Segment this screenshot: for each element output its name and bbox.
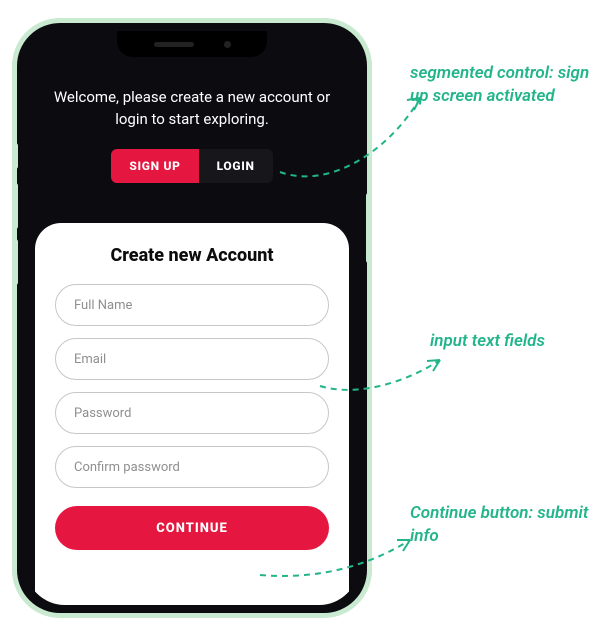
annotation-segmented: segmented control: sign up screen activa… [410, 62, 600, 108]
camera-icon [224, 41, 231, 48]
placeholder-text: Email [74, 352, 106, 367]
tab-login[interactable]: LOGIN [199, 149, 273, 183]
continue-button[interactable]: CONTINUE [55, 506, 329, 550]
card-title: Create new Account [55, 245, 329, 266]
annotation-inputs: input text fields [430, 330, 600, 353]
tab-sign-up[interactable]: SIGN UP [111, 149, 198, 183]
placeholder-text: Password [74, 406, 131, 421]
email-field[interactable]: Email [55, 338, 329, 380]
side-button [13, 143, 18, 169]
segmented-control: SIGN UP LOGIN [111, 149, 272, 183]
welcome-text: Welcome, please create a new account or … [47, 87, 337, 131]
placeholder-text: Full Name [74, 298, 132, 313]
phone-frame: Welcome, please create a new account or … [12, 18, 372, 618]
full-name-field[interactable]: Full Name [55, 284, 329, 326]
side-button [13, 239, 18, 285]
speaker-icon [154, 42, 194, 47]
signup-card: Create new Account Full Name Email Passw… [35, 223, 349, 605]
confirm-password-field[interactable]: Confirm password [55, 446, 329, 488]
side-button [366, 193, 371, 263]
annotation-continue: Continue button: submit info [410, 502, 600, 548]
phone-screen: Welcome, please create a new account or … [25, 31, 359, 605]
password-field[interactable]: Password [55, 392, 329, 434]
placeholder-text: Confirm password [74, 460, 180, 475]
side-button [13, 183, 18, 229]
phone-notch [117, 31, 267, 57]
